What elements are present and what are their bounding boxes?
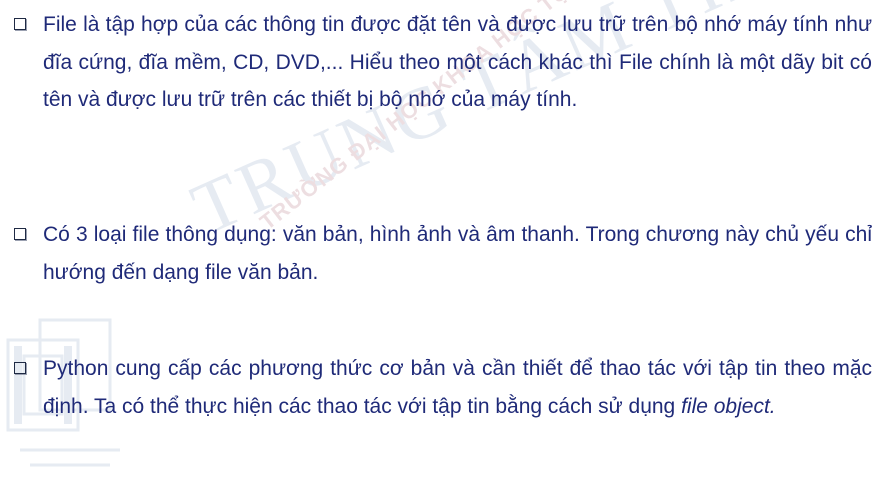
checkbox-bullet-icon	[14, 362, 26, 374]
bullet-text: Python cung cấp các phương thức cơ bản v…	[43, 350, 872, 425]
checkbox-bullet-icon	[14, 18, 26, 30]
bullet-text-italic: file object.	[681, 394, 776, 418]
slide-canvas: TRUNG TÂM TIN HỌC TRƯỜNG ĐẠI HỌC KHOA HỌ…	[0, 0, 893, 478]
checkbox-bullet-icon	[14, 228, 26, 240]
bullet-text: Có 3 loại file thông dụng: văn bản, hình…	[43, 223, 872, 284]
bullet-item: Python cung cấp các phương thức cơ bản v…	[14, 350, 872, 425]
bullet-item: Có 3 loại file thông dụng: văn bản, hình…	[14, 216, 872, 291]
bullet-text: File là tập hợp của các thông tin được đ…	[43, 13, 872, 111]
bullet-item: File là tập hợp của các thông tin được đ…	[14, 6, 872, 119]
